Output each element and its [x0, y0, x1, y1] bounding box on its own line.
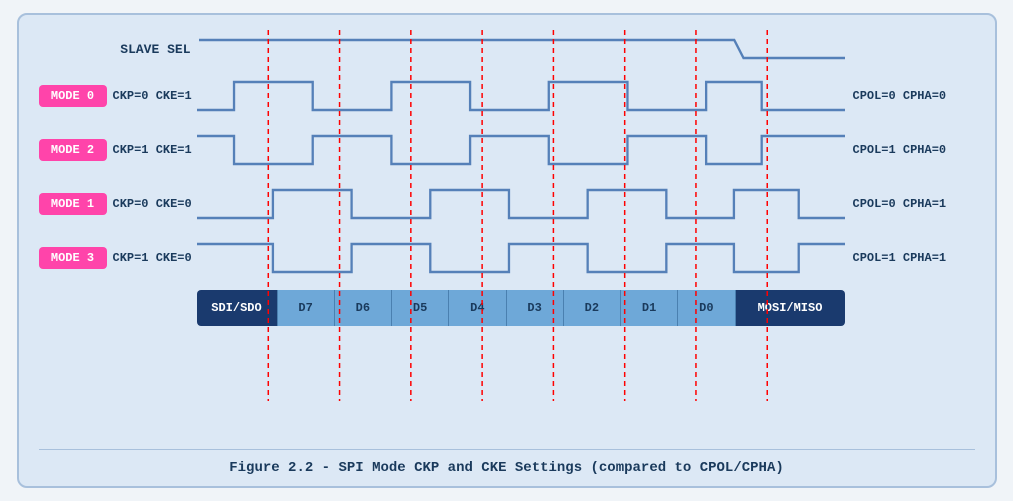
mode1-cpol-cpha: CPOL=0 CPHA=1 [845, 197, 975, 211]
data-seg-mosi: MOSI/MISO [735, 290, 845, 326]
data-seg-d5: D5 [391, 290, 448, 326]
data-seg-d0: D0 [677, 290, 734, 326]
wave-rows: MODE 0 CKP=0 CKE=1 CPOL=0 CPHA=0 MODE 2 … [39, 70, 975, 284]
mode1-row: MODE 1 CKP=0 CKE=0 CPOL=0 CPHA=1 [39, 178, 975, 230]
data-seg-d1: D1 [620, 290, 677, 326]
mode2-cpol-cpha: CPOL=1 CPHA=0 [845, 143, 975, 157]
mode1-wave [197, 178, 845, 230]
mode0-wave [197, 70, 845, 122]
data-segments: SDI/SDO D7 D6 D5 D4 D3 D2 D1 D0 MOSI/MIS… [197, 290, 845, 326]
diagram-area: SLAVE SEL MODE 0 CKP=0 CKE=1 [39, 30, 975, 443]
mode1-badge: MODE 1 [39, 193, 107, 215]
slave-line [199, 30, 845, 68]
mode2-row: MODE 2 CKP=1 CKE=1 CPOL=1 CPHA=0 [39, 124, 975, 176]
figure-caption: Figure 2.2 - SPI Mode CKP and CKE Settin… [39, 449, 975, 476]
mode0-badge: MODE 0 [39, 85, 107, 107]
mode0-cpol-cpha: CPOL=0 CPHA=0 [845, 89, 975, 103]
mode0-row: MODE 0 CKP=0 CKE=1 CPOL=0 CPHA=0 [39, 70, 975, 122]
slave-sel-row: SLAVE SEL [39, 30, 975, 68]
mode3-ckp-cke: CKP=1 CKE=0 [113, 251, 197, 265]
mode3-badge: MODE 3 [39, 247, 107, 269]
mode2-ckp-cke: CKP=1 CKE=1 [113, 143, 197, 157]
data-row: SDI/SDO D7 D6 D5 D4 D3 D2 D1 D0 MOSI/MIS… [39, 290, 975, 326]
data-seg-d2: D2 [563, 290, 620, 326]
slave-sel-label: SLAVE SEL [39, 42, 199, 57]
data-seg-sdi: SDI/SDO [197, 290, 277, 326]
mode3-cpol-cpha: CPOL=1 CPHA=1 [845, 251, 975, 265]
mode1-ckp-cke: CKP=0 CKE=0 [113, 197, 197, 211]
mode3-row: MODE 3 CKP=1 CKE=0 CPOL=1 CPHA=1 [39, 232, 975, 284]
mode3-wave [197, 232, 845, 284]
data-seg-d3: D3 [506, 290, 563, 326]
diagram-container: SLAVE SEL MODE 0 CKP=0 CKE=1 [17, 13, 997, 488]
mode2-badge: MODE 2 [39, 139, 107, 161]
data-seg-d6: D6 [334, 290, 391, 326]
data-seg-d7: D7 [277, 290, 334, 326]
mode2-wave [197, 124, 845, 176]
mode0-ckp-cke: CKP=0 CKE=1 [113, 89, 197, 103]
data-seg-d4: D4 [448, 290, 505, 326]
